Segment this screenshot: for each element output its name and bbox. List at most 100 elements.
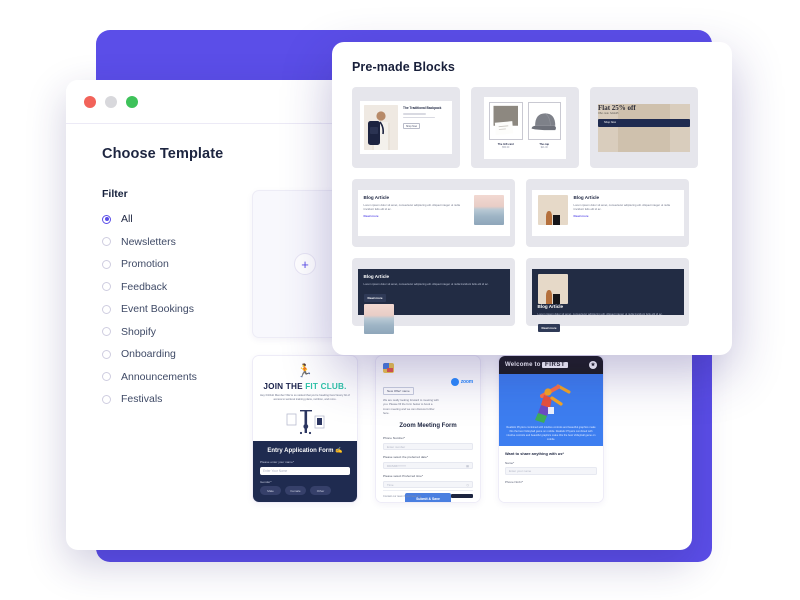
block-tile-gift-cap[interactable]: The Gift card $50.00 The cap $21.00 bbox=[471, 87, 579, 168]
close-window-button[interactable] bbox=[84, 95, 96, 108]
welcome-phone-label: Phone Nmbr* bbox=[505, 480, 524, 484]
welcome-form: Want to share anything with us* Name* En… bbox=[499, 446, 603, 502]
filter-option-festivals[interactable]: Festivals bbox=[102, 393, 234, 405]
product-price bbox=[403, 117, 435, 119]
zoom-field-input-date[interactable]: DD/MM/YYYY ▦ bbox=[383, 461, 473, 470]
radio-icon bbox=[102, 327, 111, 336]
cap-photo bbox=[527, 101, 561, 140]
seascape-photo bbox=[363, 303, 394, 334]
filter-option-event-bookings[interactable]: Event Bookings bbox=[102, 303, 234, 315]
star-badge-icon: ★ bbox=[589, 361, 597, 369]
filter-option-shopify[interactable]: Shopify bbox=[102, 326, 234, 338]
blog-read-more-link[interactable]: Read more bbox=[364, 214, 468, 218]
blog-heading: Blog Article bbox=[363, 195, 390, 200]
blog-text: Blog Article Lorem ipsum dolor sit amet,… bbox=[537, 304, 678, 334]
welcome-question: Want to share anything with us* bbox=[505, 451, 564, 456]
filter-label: Announcements bbox=[121, 370, 197, 383]
radio-icon bbox=[102, 259, 111, 269]
backpack-photo bbox=[364, 105, 398, 150]
zoom-field-label-time: Please select Preferred time* bbox=[383, 474, 424, 479]
block-tile-blog-dark-right[interactable]: Blog Article Lorem ipsum dolor sit amet,… bbox=[352, 258, 515, 334]
product-subtitle bbox=[403, 113, 427, 115]
promo-headline: Flat 25% off bbox=[598, 103, 636, 112]
filter-heading: Filter bbox=[102, 188, 128, 200]
welcome-brand: FIRST bbox=[542, 362, 568, 368]
gift-card-photo bbox=[489, 101, 523, 140]
blog-body: Lorem ipsum dolor sit amet, consectetur … bbox=[573, 202, 670, 211]
minimize-window-button[interactable] bbox=[105, 95, 117, 108]
filter-option-announcements[interactable]: Announcements bbox=[102, 371, 234, 383]
product-shop-now-button[interactable]: Shop Now bbox=[403, 123, 420, 130]
blocks-row-blog-dark: Blog Article Lorem ipsum dolor sit amet,… bbox=[352, 258, 712, 334]
runner-icon: 🏃 bbox=[296, 363, 314, 378]
gender-option-male[interactable]: Male bbox=[260, 486, 281, 496]
promo-shop-now-button[interactable]: Shop Now bbox=[598, 119, 690, 127]
placeholder-text: Enter number bbox=[387, 444, 406, 449]
pencil-icon: ✍ bbox=[335, 448, 343, 455]
gender-option-female[interactable]: Female bbox=[285, 486, 306, 496]
gift-card-item: The Gift card $50.00 bbox=[489, 101, 523, 154]
fit-club-gender-label: Gender* bbox=[260, 479, 272, 484]
zoom-brand-label: zoom bbox=[460, 379, 473, 385]
welcome-hero-text: Realistic Physics combined with intuitiv… bbox=[506, 426, 596, 442]
block-tile-blog-dark-left[interactable]: Blog Article Lorem ipsum dolor sit amet,… bbox=[526, 258, 689, 332]
zoom-field-label-phone: Phone Number* bbox=[383, 436, 406, 441]
filter-label: Festivals bbox=[121, 393, 163, 405]
filter-label: Feedback bbox=[121, 280, 168, 293]
blog-read-more-button[interactable]: Read more bbox=[363, 293, 387, 302]
block-tile-product[interactable]: The Traditional Backpack Shop Now bbox=[352, 87, 460, 168]
vase-still-life-photo bbox=[537, 274, 568, 304]
maximize-window-button[interactable] bbox=[126, 95, 138, 108]
blog-card: Blog Article Lorem ipsum dolor sit amet,… bbox=[531, 190, 684, 236]
filter-label: Event Bookings bbox=[121, 303, 194, 315]
fit-club-illustration bbox=[260, 406, 350, 436]
zoom-field-input-phone[interactable]: Enter number bbox=[383, 442, 473, 451]
product-card: The Traditional Backpack Shop Now bbox=[360, 101, 452, 154]
fit-club-name-input[interactable]: Enter Your Name bbox=[260, 466, 350, 475]
filter-option-feedback[interactable]: Feedback bbox=[102, 281, 234, 293]
blog-body: Lorem ipsum dolor sit amet, consectetur … bbox=[363, 202, 460, 211]
zoom-field-input-time[interactable]: Time ◷ bbox=[383, 480, 473, 489]
cap-item: The cap $21.00 bbox=[527, 101, 561, 154]
blog-body: Lorem ipsum dolor sit amet, consectetur … bbox=[363, 281, 489, 286]
filter-option-newsletters[interactable]: Newsletters bbox=[102, 236, 234, 248]
filter-option-promotion[interactable]: Promotion bbox=[102, 258, 234, 270]
welcome-name-input[interactable]: Enter your name bbox=[505, 467, 597, 475]
block-tile-promo[interactable]: Flat 25% off Offer code: SALE25 Shop Now bbox=[590, 87, 698, 168]
block-tile-blog-light-left[interactable]: Blog Article Lorem ipsum dolor sit amet,… bbox=[526, 179, 689, 247]
fit-club-title-part1: JOIN THE bbox=[263, 382, 306, 391]
blog-card: Blog Article Lorem ipsum dolor sit amet,… bbox=[357, 190, 510, 236]
template-card-zoom-meeting[interactable]: New Offer! name We are really looking fo… bbox=[375, 355, 481, 503]
plus-icon: + bbox=[294, 253, 316, 275]
fit-club-gender-options: Male Female Other bbox=[260, 486, 350, 496]
welcome-hero: Realistic Physics combined with intuitiv… bbox=[499, 374, 603, 446]
gift-cap-card: The Gift card $50.00 The cap $21.00 bbox=[484, 96, 566, 159]
blocks-row-products: The Traditional Backpack Shop Now The Gi… bbox=[352, 87, 712, 168]
blog-text: Blog Article Lorem ipsum dolor sit amet,… bbox=[574, 195, 678, 218]
radio-icon bbox=[102, 304, 111, 314]
radio-icon bbox=[102, 282, 111, 291]
template-card-fit-club[interactable]: 🏃 JOIN THE FIT CLUB. Hey FitClub Member!… bbox=[252, 355, 358, 503]
fit-club-name-label: Please enter your name* bbox=[260, 460, 295, 465]
zoom-footer-bar bbox=[451, 494, 473, 498]
placeholder-text: Time bbox=[387, 482, 394, 487]
zoom-camera-icon bbox=[450, 378, 459, 386]
welcome-title: Welcome to FIRST bbox=[505, 362, 568, 368]
blog-read-more-button[interactable]: Read more bbox=[537, 323, 561, 332]
filter-option-all[interactable]: All bbox=[102, 213, 234, 225]
zoom-footer: Contact our team if you have any bbox=[383, 490, 473, 498]
zoom-brand-logo: zoom bbox=[450, 378, 473, 386]
pre-made-blocks-title: Pre-made Blocks bbox=[352, 60, 455, 74]
filter-option-onboarding[interactable]: Onboarding bbox=[102, 348, 234, 360]
blog-read-more-link[interactable]: Read more bbox=[574, 214, 678, 218]
template-card-welcome-first[interactable]: Welcome to FIRST ★ Realistic Physics com… bbox=[498, 355, 604, 503]
blog-card: Blog Article Lorem ipsum dolor sit amet,… bbox=[357, 269, 510, 334]
block-tile-blog-light-right[interactable]: Blog Article Lorem ipsum dolor sit amet,… bbox=[352, 179, 515, 247]
blog-heading: Blog Article bbox=[363, 274, 390, 279]
radio-icon bbox=[102, 394, 111, 404]
filter-panel: Filter All Newsletters Promotion Feedbac… bbox=[102, 188, 234, 503]
product-title: The Traditional Backpack bbox=[403, 106, 442, 110]
welcome-header: Welcome to FIRST ★ bbox=[499, 356, 603, 374]
gender-option-other[interactable]: Other bbox=[310, 486, 331, 496]
jumping-athlete-icon bbox=[535, 384, 571, 423]
